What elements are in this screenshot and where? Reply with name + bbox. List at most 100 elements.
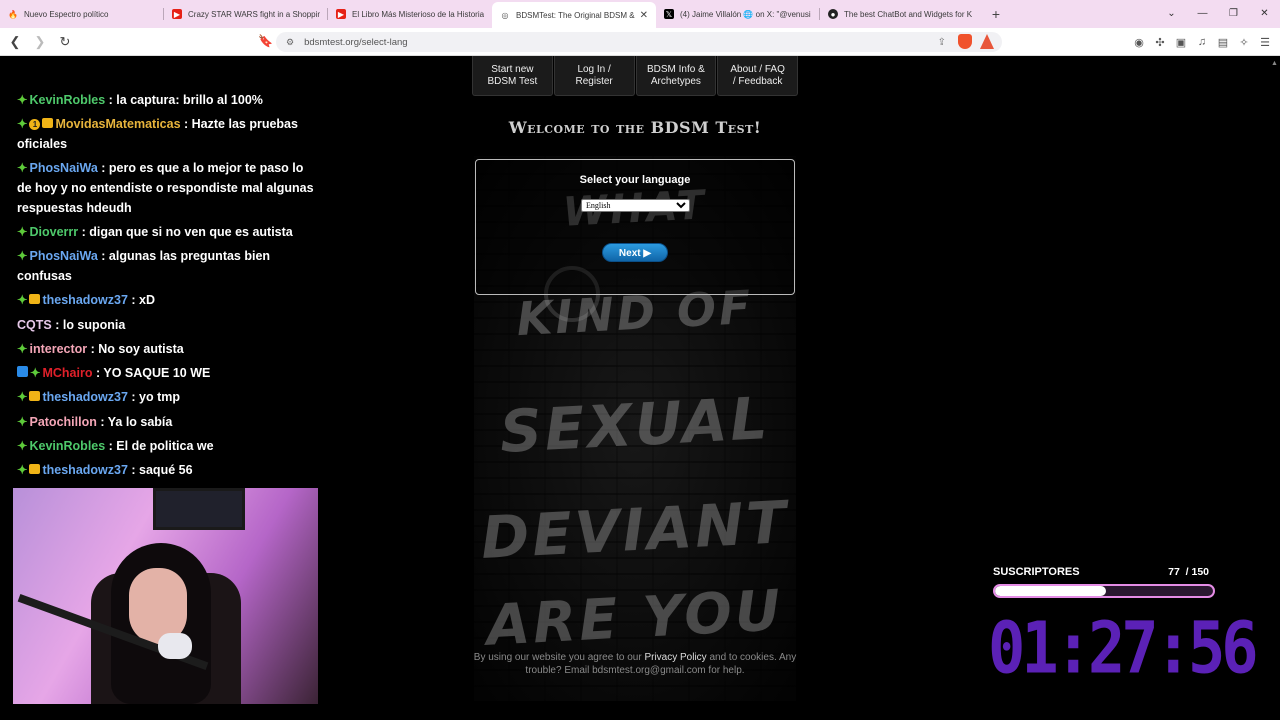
microphone <box>158 633 192 659</box>
site-nav: Start new BDSM Test Log In / Register BDSM… <box>472 56 798 96</box>
music-icon[interactable]: ♫ <box>1195 36 1209 48</box>
chat-text: : No soy autista <box>87 342 184 356</box>
tab-star-wars[interactable]: ▶ Crazy STAR WARS fight in a Shopping <box>164 0 328 28</box>
tab-jaime-villalon[interactable]: 𝕏 (4) Jaime Villalón 🌐 on X: "@venusi <box>656 0 820 28</box>
chat-username: theshadowz37 <box>42 293 128 307</box>
reload-icon[interactable]: ↻ <box>55 34 75 50</box>
chat-text: : saqué 56 <box>127 463 193 477</box>
chat-message: ✦ interector : No soy autista <box>17 339 317 359</box>
chat-username: theshadowz37 <box>42 390 128 404</box>
chat-message: ✦ Patochillon : Ya lo sabía <box>17 412 317 432</box>
chat-message: ✦ KevinRobles : El de politica we <box>17 436 317 456</box>
tab-chatbot[interactable]: ● The best ChatBot and Widgets for K <box>820 0 984 28</box>
chat-message: ✦ Dioverrr : digan que si no ven que es a… <box>17 222 317 242</box>
language-select[interactable]: English <box>581 199 690 212</box>
chat-username: CQTS <box>17 318 52 332</box>
chat-message: ✦ theshadowz37 : xD <box>17 290 317 310</box>
brave-shields-icon[interactable] <box>958 34 972 49</box>
close-window-icon[interactable]: ✕ <box>1249 0 1280 28</box>
sparkle-badge-icon: ✦ <box>30 366 41 380</box>
crown-badge-icon <box>42 118 54 128</box>
globe-icon: ◎ <box>501 10 509 20</box>
chat-username: MChairo <box>42 366 93 380</box>
sparkle-badge-icon: ✦ <box>17 415 28 429</box>
nav-label: Start new BDSM Test <box>487 63 538 87</box>
chat-message: ✦ PhosNaiWa : pero es que a lo mejor te p… <box>17 158 317 218</box>
restore-icon[interactable]: ❐ <box>1218 0 1249 28</box>
stream-timer: 01:27:56 <box>988 606 1259 690</box>
youtube-icon: ▶ <box>172 9 182 19</box>
sparkle-badge-icon: ✦ <box>17 93 28 107</box>
blue-badge-icon <box>17 366 28 377</box>
bookmark-icon[interactable]: 🔖 <box>258 34 273 48</box>
sparkle-badge-icon: ✦ <box>17 463 28 477</box>
wallet-icon[interactable]: ▤ <box>1216 36 1230 49</box>
chat-text: : Ya lo sabía <box>96 415 173 429</box>
menu-icon[interactable]: ☰ <box>1258 36 1272 49</box>
sparkle-badge-icon: ✦ <box>17 293 28 307</box>
nav-label: BDSM Info & Archetypes <box>646 63 705 87</box>
nav-login-register[interactable]: Log In / Register <box>553 56 635 96</box>
sparkle-badge-icon: ✦ <box>17 342 28 356</box>
chevron-down-icon[interactable]: ⌄ <box>1156 0 1187 28</box>
chat-message: ✦ 1 MovidasMatematicas : Hazte las pruebas… <box>17 114 317 154</box>
new-tab-button[interactable]: + <box>984 6 1008 22</box>
chat-username: PhosNaiWa <box>29 249 98 263</box>
chat-username: Patochillon <box>29 415 97 429</box>
share-icon[interactable]: ⇪ <box>938 37 946 48</box>
puzzle-icon[interactable]: ✣ <box>1153 36 1167 49</box>
minimize-icon[interactable]: — <box>1187 0 1218 28</box>
nav-info-archetypes[interactable]: BDSM Info & Archetypes <box>635 56 717 96</box>
chat-username: Dioverrr <box>29 225 79 239</box>
chat-text: : lo suponia <box>51 318 126 332</box>
chat-username: theshadowz37 <box>42 463 128 477</box>
screenshot-icon[interactable]: ▣ <box>1174 36 1188 49</box>
footer-text: By using our website you agree to our Pr… <box>473 652 797 676</box>
graffiti-text: DEVIANT <box>479 487 791 573</box>
stream-chat-overlay: ✦ KevinRobles : la captura: brillo al 100… <box>0 56 330 484</box>
language-label: Select your language <box>579 174 691 186</box>
crown-badge-icon <box>29 294 41 304</box>
nav-label: About / FAQ / Feedback <box>730 63 785 87</box>
chat-text: : digan que si no ven que es autista <box>78 225 293 239</box>
x-icon: 𝕏 <box>664 9 674 19</box>
sparkle-badge-icon: ✦ <box>17 161 28 175</box>
privacy-policy-link[interactable]: Privacy Policy <box>644 652 706 663</box>
page-title: Welcome to the BDSM Test! <box>508 118 762 137</box>
graffiti-text: ARE YOU <box>485 578 785 659</box>
nav-label: Log In / Register <box>575 63 613 87</box>
next-button[interactable]: Next ▶ <box>602 243 668 262</box>
sparkle-badge-icon: ✦ <box>17 390 28 404</box>
back-icon[interactable]: ❮ <box>5 34 25 50</box>
leo-ai-icon[interactable]: ✧ <box>1237 36 1251 49</box>
site-info-icon[interactable]: ⚙ <box>286 37 294 48</box>
wall-picture <box>153 488 245 530</box>
chat-message: ✦ KevinRobles : la captura: brillo al 100… <box>17 90 317 110</box>
graffiti-text: SEXUAL <box>498 383 772 467</box>
crown-badge-icon <box>29 464 41 474</box>
fire-icon: 🔥 <box>8 9 18 19</box>
tab-nuevo-espectro[interactable]: 🔥 Nuevo Espectro político <box>0 0 164 28</box>
address-bar[interactable]: ⚙ bdsmtest.org/select-lang ⇪ <box>276 32 1002 52</box>
tab-label: BDSMTest: The Original BDSM & <box>516 10 635 20</box>
chat-message: ✦ theshadowz37 : yo tmp <box>17 387 317 407</box>
scrollbar[interactable]: ▲ <box>1268 56 1280 720</box>
sparkle-badge-icon: ✦ <box>17 249 28 263</box>
scroll-up-icon[interactable]: ▲ <box>1271 60 1278 67</box>
extension-icon[interactable]: ◉ <box>1132 36 1146 49</box>
forward-icon[interactable]: ❯ <box>30 34 50 50</box>
youtube-icon: ▶ <box>336 9 346 19</box>
nav-start-new-test[interactable]: Start new BDSM Test <box>472 56 553 96</box>
browser-toolbar: ❮ ❯ ↻ 🔖 ⚙ bdsmtest.org/select-lang ⇪ ◉ ✣… <box>0 28 1280 56</box>
tab-libro-misterioso[interactable]: ▶ El Libro Más Misterioso de la Historia <box>328 0 492 28</box>
nav-about-faq[interactable]: About / FAQ / Feedback <box>717 56 798 96</box>
chat-username: KevinRobles <box>29 93 106 107</box>
close-icon[interactable]: ✕ <box>636 10 648 21</box>
chat-text: : yo tmp <box>127 390 181 404</box>
chat-text: : El de politica we <box>105 439 214 453</box>
brave-rewards-icon[interactable] <box>980 34 994 49</box>
chat-message: ✦ MChairo : YO SAQUE 10 WE <box>17 363 317 383</box>
tab-bdsmtest[interactable]: ◎ BDSMTest: The Original BDSM & ✕ <box>492 2 656 28</box>
tab-label: Crazy STAR WARS fight in a Shopping <box>188 9 320 19</box>
language-form: Select your language English Next ▶ <box>475 159 795 295</box>
